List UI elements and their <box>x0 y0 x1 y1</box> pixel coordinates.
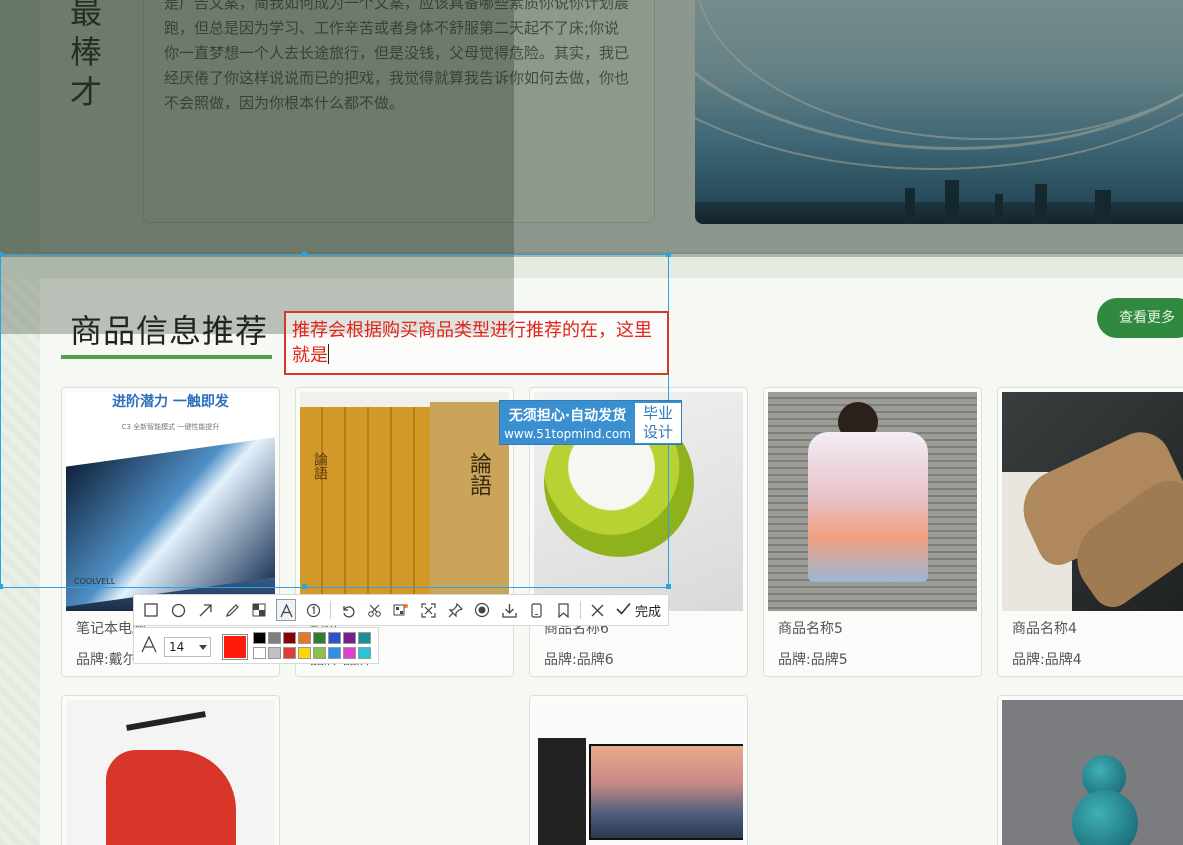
phone-icon[interactable] <box>526 599 546 621</box>
chevron-down-icon <box>199 645 207 650</box>
annotation-text[interactable]: 推荐会根据购买商品类型进行推荐的在，这里就是 <box>292 320 652 366</box>
watermark-right: 毕业 设计 <box>635 403 681 443</box>
pin-icon[interactable] <box>445 599 465 621</box>
check-icon <box>616 601 631 619</box>
record-icon[interactable] <box>472 599 492 621</box>
text-options-bar: 14 <box>133 627 379 664</box>
current-color-fill <box>224 636 246 658</box>
color-swatch[interactable] <box>298 632 311 644</box>
done-label: 完成 <box>635 604 662 620</box>
ocr-icon[interactable] <box>391 599 411 621</box>
color-swatch[interactable] <box>253 647 266 659</box>
product-brand: 品牌:品牌5 <box>778 652 848 668</box>
text-caret <box>328 344 329 364</box>
toolbar-separator <box>580 601 581 619</box>
color-swatch[interactable] <box>358 647 371 659</box>
resize-handle[interactable] <box>302 584 307 589</box>
download-icon[interactable] <box>499 599 519 621</box>
color-swatch[interactable] <box>283 632 296 644</box>
color-swatch[interactable] <box>343 632 356 644</box>
current-color[interactable] <box>222 634 248 660</box>
product-brand: 品牌:品牌4 <box>1012 652 1082 668</box>
color-swatch[interactable] <box>328 647 341 659</box>
rectangle-icon[interactable] <box>141 599 161 621</box>
font-icon <box>140 634 158 658</box>
dim-overlay-bottom <box>0 0 1183 257</box>
product-card-ornament[interactable] <box>997 695 1183 845</box>
resize-handle[interactable] <box>302 252 307 257</box>
color-swatch[interactable] <box>313 632 326 644</box>
ellipse-icon[interactable] <box>168 599 188 621</box>
color-swatch[interactable] <box>268 647 281 659</box>
product-image <box>1002 392 1183 611</box>
color-swatch[interactable] <box>268 632 281 644</box>
color-swatch[interactable] <box>298 647 311 659</box>
product-card-scooter[interactable] <box>61 695 280 845</box>
color-swatch[interactable] <box>358 632 371 644</box>
bookmark-icon[interactable] <box>553 599 573 621</box>
text-icon[interactable] <box>276 599 296 621</box>
product-image <box>1002 700 1183 845</box>
resize-handle[interactable] <box>0 252 3 257</box>
product-card-4[interactable]: 商品名称4 品牌:品牌4 <box>997 387 1183 677</box>
product-image <box>66 700 275 845</box>
product-card-5[interactable]: 商品名称5 品牌:品牌5 <box>763 387 982 677</box>
screenshot-toolbar: 完成 <box>133 594 669 626</box>
arrow-icon[interactable] <box>195 599 215 621</box>
done-button[interactable]: 完成 <box>616 601 661 620</box>
font-size-select[interactable]: 14 <box>164 637 211 657</box>
number-icon[interactable] <box>303 599 323 621</box>
watermark-left: 无须担心·自动发货 www.51topmind.com <box>500 401 635 446</box>
product-brand: 品牌:戴尔 <box>76 652 137 668</box>
color-swatch[interactable] <box>343 647 356 659</box>
color-swatch[interactable] <box>313 647 326 659</box>
toolbar-separator <box>330 601 331 619</box>
color-swatch[interactable] <box>328 632 341 644</box>
mosaic-icon[interactable] <box>249 599 269 621</box>
view-more-button[interactable]: 查看更多 <box>1097 298 1183 338</box>
resize-handle[interactable] <box>0 584 3 589</box>
product-image <box>768 392 977 611</box>
close-icon[interactable] <box>587 599 607 621</box>
product-name[interactable]: 商品名称5 <box>778 618 843 638</box>
scissors-icon[interactable] <box>364 599 384 621</box>
watermark-badge: 无须担心·自动发货 www.51topmind.com 毕业 设计 <box>499 400 682 445</box>
product-card-monitor[interactable] <box>529 695 748 845</box>
product-image <box>534 700 743 845</box>
watermark-right-line2: 设计 <box>642 423 673 441</box>
watermark-line1: 无须担心·自动发货 <box>508 408 627 424</box>
product-brand: 品牌:品牌6 <box>544 652 614 668</box>
undo-icon[interactable] <box>337 599 357 621</box>
product-name[interactable]: 商品名称4 <box>1012 618 1077 638</box>
expand-icon[interactable] <box>418 599 438 621</box>
resize-handle[interactable] <box>666 252 671 257</box>
pencil-icon[interactable] <box>222 599 242 621</box>
watermark-url: www.51topmind.com <box>504 427 631 441</box>
text-annotation-box[interactable]: 推荐会根据购买商品类型进行推荐的在，这里就是 <box>284 311 669 375</box>
color-swatch[interactable] <box>253 632 266 644</box>
color-palette <box>253 632 373 659</box>
watermark-right-line1: 毕业 <box>642 404 673 422</box>
font-size-value: 14 <box>169 640 185 654</box>
color-swatch[interactable] <box>283 647 296 659</box>
resize-handle[interactable] <box>666 584 671 589</box>
